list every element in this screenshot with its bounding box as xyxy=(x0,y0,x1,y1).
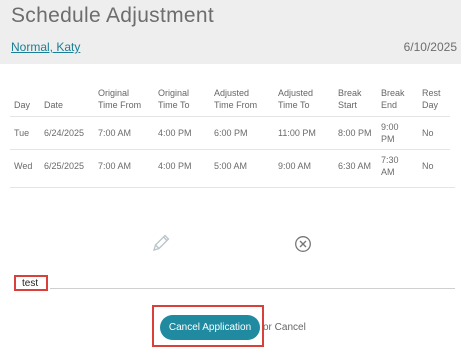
cancel-application-button[interactable]: Cancel Application xyxy=(160,315,260,340)
cell-original-from: 7:00 AM xyxy=(94,116,154,150)
cell-date: 6/24/2025 xyxy=(40,116,94,150)
cancel-link[interactable]: or Cancel xyxy=(263,322,306,333)
cell-original-to: 4:00 PM xyxy=(154,149,210,182)
col-original-from: Original Time From xyxy=(98,88,142,110)
cell-adjusted-from: 5:00 AM xyxy=(210,149,274,182)
employee-link[interactable]: Normal, Katy xyxy=(11,40,80,54)
page-title: Schedule Adjustment xyxy=(11,4,214,27)
schedule-table: Day Date Original Time From Original Tim… xyxy=(10,84,450,182)
cell-original-from: 7:00 AM xyxy=(94,149,154,182)
col-break-end: Break End xyxy=(381,88,405,110)
header-date: 6/10/2025 xyxy=(403,40,457,54)
cell-adjusted-to: 9:00 AM xyxy=(274,149,334,182)
note-input[interactable]: test xyxy=(14,275,48,291)
col-break-start: Break Start xyxy=(338,88,362,110)
table-header-row: Day Date Original Time From Original Tim… xyxy=(10,84,450,117)
col-day: Day xyxy=(14,100,31,110)
cell-day: Wed xyxy=(10,149,40,182)
col-date: Date xyxy=(44,100,64,110)
cell-break-end: 9:00 PM xyxy=(377,116,418,150)
close-circle-icon[interactable] xyxy=(294,235,312,258)
col-original-to: Original Time To xyxy=(158,88,190,110)
col-rest-day: Rest Day xyxy=(422,88,441,110)
cell-adjusted-to: 11:00 PM xyxy=(274,116,334,150)
cell-break-end: 7:30 AM xyxy=(377,149,418,182)
table-row: Wed 6/25/2025 7:00 AM 4:00 PM 5:00 AM 9:… xyxy=(10,149,450,182)
col-adjusted-to: Adjusted Time To xyxy=(278,88,314,110)
cell-adjusted-from: 6:00 PM xyxy=(210,116,274,150)
pencil-icon[interactable] xyxy=(150,232,172,259)
table-bottom-divider xyxy=(10,187,455,188)
cell-break-start: 6:30 AM xyxy=(334,149,377,182)
col-adjusted-from: Adjusted Time From xyxy=(214,88,258,110)
cell-day: Tue xyxy=(10,116,40,150)
cell-break-start: 8:00 PM xyxy=(334,116,377,150)
cell-rest-day: No xyxy=(418,149,450,182)
cell-rest-day: No xyxy=(418,116,450,150)
note-underline xyxy=(50,288,455,289)
header-bar: Schedule Adjustment Normal, Katy 6/10/20… xyxy=(0,0,461,64)
cell-date: 6/25/2025 xyxy=(40,149,94,182)
cell-original-to: 4:00 PM xyxy=(154,116,210,150)
table-row: Tue 6/24/2025 7:00 AM 4:00 PM 6:00 PM 11… xyxy=(10,116,450,150)
